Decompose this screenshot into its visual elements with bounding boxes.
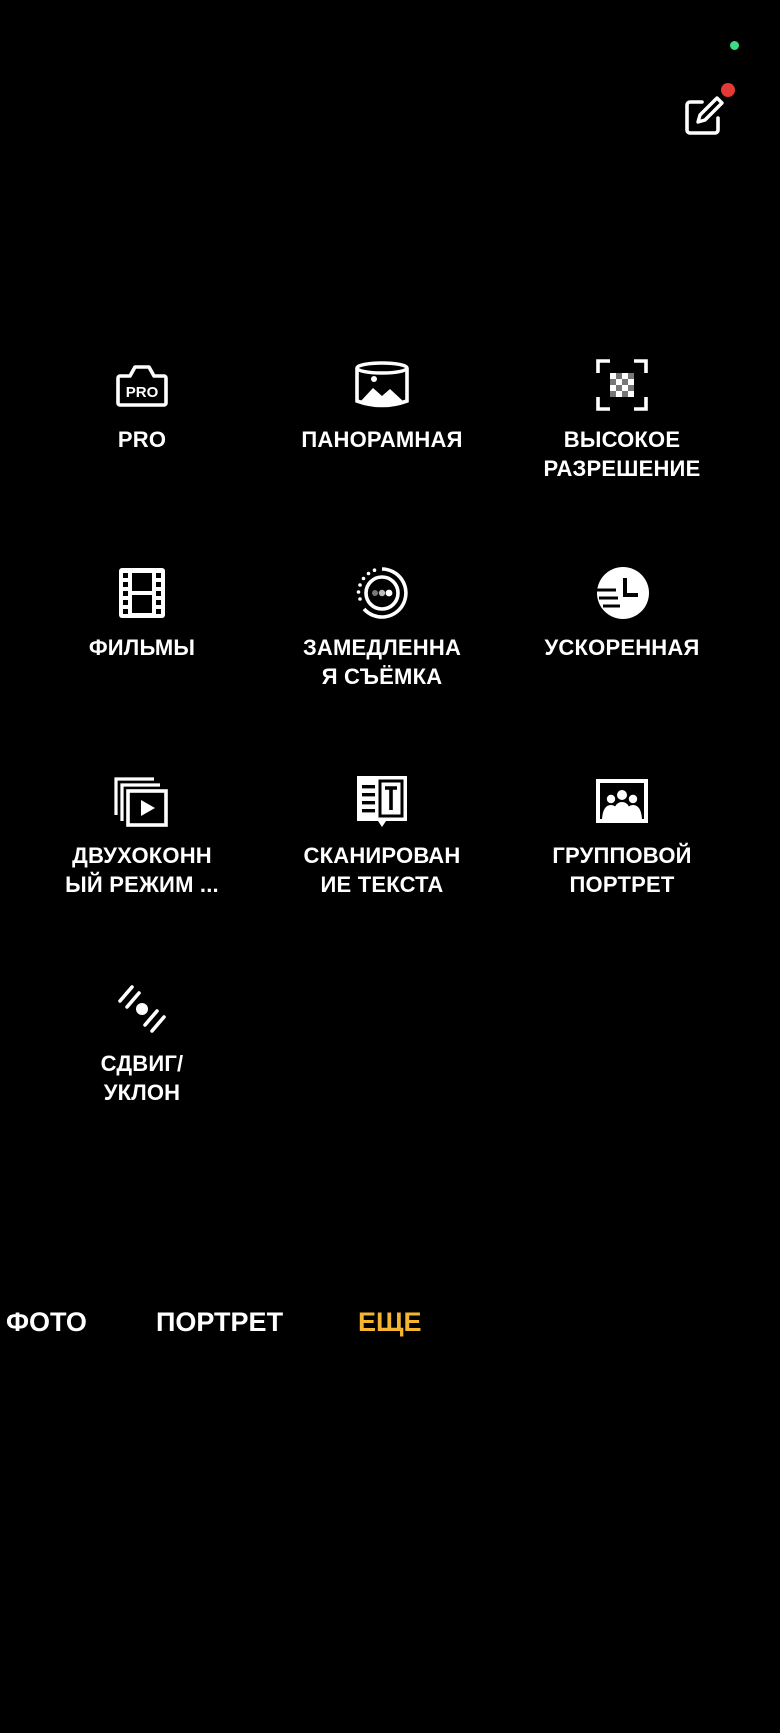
mode-label: УСКОРЕННАЯ <box>544 635 700 660</box>
mode-dual-window[interactable]: ДВУХОКОНН ЫЙ РЕЖИМ ... <box>22 771 262 979</box>
mode-group-portrait[interactable]: ГРУППОВОЙ ПОРТРЕТ <box>502 771 742 979</box>
mode-pro[interactable]: PRO PRO <box>22 355 262 563</box>
film-icon <box>112 563 172 623</box>
mode-label: СКАНИРОВАН ИЕ ТЕКСТА <box>303 843 461 897</box>
tilt-shift-icon <box>112 979 172 1039</box>
mode-label: ВЫСОКОЕ РАЗРЕШЕНИЕ <box>543 427 701 481</box>
notification-badge <box>721 83 735 97</box>
text-scan-icon <box>352 771 412 831</box>
pro-camera-icon: PRO <box>112 355 172 415</box>
camera-mode-tabs: ФОТО ПОРТРЕТ ЕЩЕ <box>0 1302 780 1342</box>
mode-high-resolution[interactable]: ВЫСОКОЕ РАЗРЕШЕНИЕ <box>502 355 742 563</box>
mode-slow-motion[interactable]: ЗАМЕДЛЕННА Я СЪЁМКА <box>262 563 502 771</box>
mode-tilt-shift[interactable]: СДВИГ/ УКЛОН <box>22 979 262 1187</box>
svg-text:PRO: PRO <box>126 384 159 401</box>
mode-label: ЗАМЕДЛЕННА Я СЪЁМКА <box>302 635 462 689</box>
tab-more[interactable]: ЕЩЕ <box>358 1302 422 1342</box>
dual-window-icon <box>112 771 172 831</box>
panorama-icon <box>352 355 412 415</box>
mode-label: СДВИГ/ УКЛОН <box>100 1051 184 1105</box>
camera-mode-grid: PRO PRO ПАНОРАМНАЯ ВЫСОКОЕ РАЗРЕШЕНИЕ ФИ… <box>22 355 742 1187</box>
tab-photo[interactable]: ФОТО <box>6 1302 87 1342</box>
mode-label: ДВУХОКОНН ЫЙ РЕЖИМ ... <box>65 843 219 897</box>
group-portrait-icon <box>592 771 652 831</box>
slow-motion-icon <box>352 563 412 623</box>
edit-icon <box>685 96 724 135</box>
mode-label: ПАНОРАМНАЯ <box>301 427 463 452</box>
mode-label: PRO <box>117 427 167 452</box>
tab-portrait[interactable]: ПОРТРЕТ <box>156 1302 283 1342</box>
mode-text-scan[interactable]: СКАНИРОВАН ИЕ ТЕКСТА <box>262 771 502 979</box>
mode-time-lapse[interactable]: УСКОРЕННАЯ <box>502 563 742 771</box>
high-resolution-icon <box>592 355 652 415</box>
mode-panorama[interactable]: ПАНОРАМНАЯ <box>262 355 502 563</box>
mode-label: ФИЛЬМЫ <box>88 635 196 660</box>
mode-film[interactable]: ФИЛЬМЫ <box>22 563 262 771</box>
mode-label: ГРУППОВОЙ ПОРТРЕТ <box>552 843 692 897</box>
edit-modes-button[interactable] <box>680 83 735 140</box>
time-lapse-icon <box>592 563 652 623</box>
status-indicator-dot <box>730 41 739 50</box>
